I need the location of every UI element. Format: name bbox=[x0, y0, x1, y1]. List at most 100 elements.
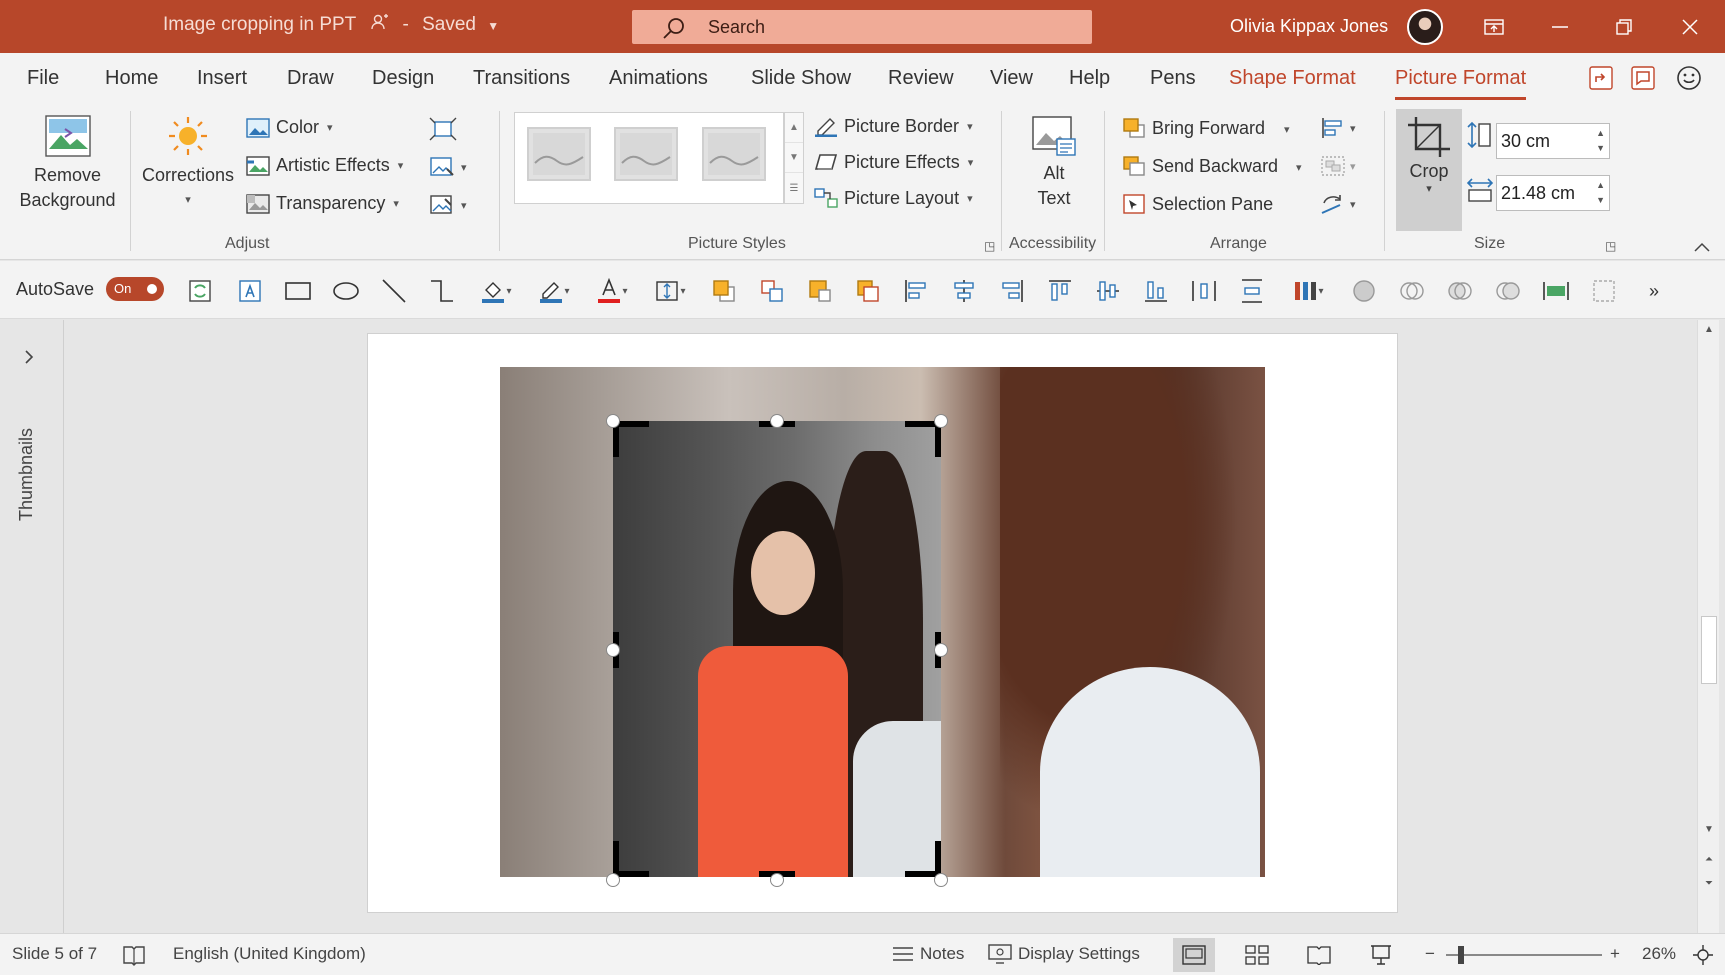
font-color-button[interactable]: ▾ bbox=[592, 277, 632, 305]
qat-send-to-back-button[interactable] bbox=[854, 277, 882, 305]
resize-handle-right[interactable] bbox=[934, 643, 948, 657]
crop-button[interactable]: Crop ▾ bbox=[1396, 109, 1462, 231]
merge-combine-button[interactable] bbox=[1398, 277, 1426, 305]
gallery-more-button[interactable]: ☰ bbox=[785, 173, 803, 203]
user-name[interactable]: Olivia Kippax Jones bbox=[1230, 16, 1388, 37]
language-indicator[interactable]: English (United Kingdom) bbox=[173, 944, 366, 964]
merge-union-button[interactable] bbox=[1350, 277, 1378, 305]
size-dialog-launcher[interactable]: ◳ bbox=[1605, 239, 1616, 253]
rotate-button[interactable]: ▾ bbox=[1320, 193, 1356, 215]
refresh-button[interactable] bbox=[186, 277, 214, 305]
line-shape-button[interactable] bbox=[380, 277, 408, 305]
comments-button[interactable] bbox=[1628, 63, 1658, 93]
search-box[interactable]: Search bbox=[632, 10, 1092, 44]
reset-picture-button[interactable]: ▾ bbox=[429, 193, 467, 217]
autosave-toggle[interactable]: On bbox=[106, 277, 164, 301]
ribbon-display-options-button[interactable] bbox=[1474, 10, 1514, 44]
resize-handle-bottom[interactable] bbox=[770, 873, 784, 887]
resize-handle-left[interactable] bbox=[606, 643, 620, 657]
align-center-button[interactable] bbox=[950, 277, 978, 305]
crop-region[interactable] bbox=[613, 421, 941, 877]
scrollbar-thumb[interactable] bbox=[1701, 616, 1717, 684]
qat-send-backward-button[interactable] bbox=[758, 277, 786, 305]
distribute-horizontally-button[interactable] bbox=[1190, 277, 1218, 305]
restore-button[interactable] bbox=[1604, 10, 1644, 44]
zoom-slider-thumb[interactable] bbox=[1458, 946, 1464, 964]
tab-file[interactable]: File bbox=[27, 67, 59, 90]
zoom-in-button[interactable]: + bbox=[1610, 944, 1620, 964]
collapse-ribbon-button[interactable] bbox=[1694, 239, 1710, 257]
zoom-out-button[interactable]: − bbox=[1425, 944, 1435, 964]
normal-view-button[interactable] bbox=[1173, 938, 1215, 972]
compress-pictures-button[interactable] bbox=[429, 117, 457, 141]
edit-points-button[interactable] bbox=[1590, 277, 1618, 305]
align-middle-button[interactable] bbox=[1094, 277, 1122, 305]
format-picture-dialog-launcher[interactable]: ◳ bbox=[984, 239, 995, 253]
minimize-button[interactable] bbox=[1540, 10, 1580, 44]
remove-background-button[interactable]: Remove Background bbox=[10, 115, 125, 213]
picture-layout-button[interactable]: Picture Layout ▾ bbox=[814, 187, 973, 209]
tab-shape-format[interactable]: Shape Format bbox=[1229, 67, 1356, 90]
size-to-fit-button[interactable] bbox=[1542, 277, 1570, 305]
crop-handle-bottom-right[interactable] bbox=[935, 841, 941, 877]
feedback-button[interactable] bbox=[1674, 63, 1704, 93]
oval-shape-button[interactable] bbox=[332, 277, 360, 305]
bring-forward-dropdown-icon[interactable]: ▾ bbox=[1284, 123, 1290, 136]
resize-handle-top-left[interactable] bbox=[606, 414, 620, 428]
thumbnails-label[interactable]: Thumbnails bbox=[16, 428, 37, 521]
artistic-effects-button[interactable]: Artistic Effects ▾ bbox=[246, 155, 403, 176]
group-objects-button[interactable]: ▾ bbox=[1320, 155, 1356, 177]
gallery-up-button[interactable]: ▲ bbox=[785, 113, 803, 143]
picture-style-2[interactable] bbox=[614, 127, 678, 181]
picture-border-button[interactable]: Picture Border ▾ bbox=[814, 115, 973, 137]
close-button[interactable] bbox=[1670, 10, 1710, 44]
vertical-scrollbar[interactable]: ▲ ▼ ⏶ ⏷ bbox=[1697, 320, 1719, 933]
document-title[interactable]: Image cropping in PPT - Saved ▼ bbox=[163, 14, 499, 36]
connector-shape-button[interactable] bbox=[428, 277, 456, 305]
slide-sorter-view-button[interactable] bbox=[1236, 938, 1278, 972]
fit-slide-button[interactable] bbox=[1692, 944, 1714, 966]
alt-text-button[interactable]: Alt Text bbox=[1018, 115, 1090, 211]
expand-thumbnails-button[interactable] bbox=[24, 350, 34, 369]
gallery-down-button[interactable]: ▼ bbox=[785, 143, 803, 173]
resize-handle-bottom-left[interactable] bbox=[606, 873, 620, 887]
shape-height-spinner[interactable]: ▲ ▼ bbox=[1596, 126, 1605, 156]
align-right-button[interactable] bbox=[998, 277, 1026, 305]
tab-view[interactable]: View bbox=[990, 67, 1033, 90]
shape-height-input[interactable]: 30 cm ▲ ▼ bbox=[1496, 123, 1610, 159]
color-button[interactable]: Color ▾ bbox=[246, 117, 333, 138]
resize-handle-top-right[interactable] bbox=[934, 414, 948, 428]
align-bottom-button[interactable] bbox=[1142, 277, 1170, 305]
reading-view-button[interactable] bbox=[1298, 938, 1340, 972]
tab-draw[interactable]: Draw bbox=[287, 67, 334, 90]
shape-width-spinner[interactable]: ▲ ▼ bbox=[1596, 178, 1605, 208]
text-box-button[interactable] bbox=[236, 277, 264, 305]
previous-slide-button[interactable]: ⏶ bbox=[1698, 854, 1720, 865]
more-align-button[interactable]: ▾ bbox=[1286, 277, 1330, 305]
align-top-button[interactable] bbox=[1046, 277, 1074, 305]
bring-forward-button[interactable]: Bring Forward bbox=[1122, 117, 1265, 139]
rectangle-shape-button[interactable] bbox=[284, 277, 312, 305]
slide-counter[interactable]: Slide 5 of 7 bbox=[12, 944, 97, 964]
display-settings-button[interactable]: Display Settings bbox=[988, 944, 1140, 964]
qat-bring-to-front-button[interactable] bbox=[806, 277, 834, 305]
crop-handle-bottom-left[interactable] bbox=[613, 841, 619, 877]
align-text-button[interactable]: ▾ bbox=[650, 277, 690, 305]
send-backward-button[interactable]: Send Backward bbox=[1122, 155, 1278, 177]
share-button[interactable] bbox=[1586, 63, 1616, 93]
tab-pens[interactable]: Pens bbox=[1150, 67, 1196, 90]
zoom-level[interactable]: 26% bbox=[1642, 944, 1676, 964]
tab-review[interactable]: Review bbox=[888, 67, 954, 90]
resize-handle-top[interactable] bbox=[770, 414, 784, 428]
zoom-slider[interactable] bbox=[1446, 954, 1602, 956]
scroll-up-button[interactable]: ▲ bbox=[1698, 324, 1720, 335]
shape-outline-button[interactable]: ▾ bbox=[534, 277, 574, 305]
selection-pane-button[interactable]: Selection Pane bbox=[1122, 193, 1273, 215]
shape-width-input[interactable]: 21.48 cm ▲ ▼ bbox=[1496, 175, 1610, 211]
change-picture-button[interactable]: ▾ bbox=[429, 155, 467, 179]
resize-handle-bottom-right[interactable] bbox=[934, 873, 948, 887]
align-button[interactable]: ▾ bbox=[1320, 117, 1356, 139]
next-slide-button[interactable]: ⏷ bbox=[1698, 878, 1720, 889]
tab-design[interactable]: Design bbox=[372, 67, 434, 90]
picture-style-3[interactable] bbox=[702, 127, 766, 181]
